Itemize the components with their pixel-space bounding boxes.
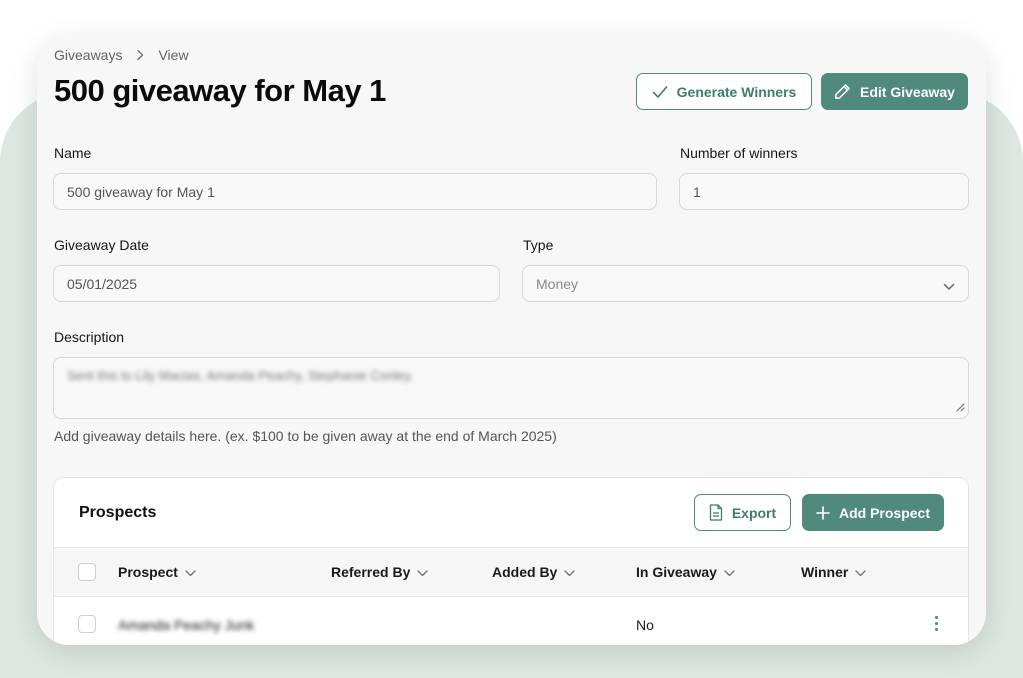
column-header-in-giveaway[interactable]: In Giveaway	[636, 548, 735, 596]
more-options-icon[interactable]	[935, 616, 938, 631]
plus-icon	[816, 505, 830, 520]
chevron-down-icon	[855, 564, 867, 580]
name-value: 500 giveaway for May 1	[67, 183, 215, 200]
prospect-name-cell[interactable]: Amanda Peachy Junk	[118, 597, 254, 645]
resize-handle-icon[interactable]	[956, 400, 965, 415]
check-icon	[652, 85, 668, 99]
type-label: Type	[523, 237, 554, 253]
giveaway-date-value: 05/01/2025	[67, 275, 138, 292]
giveaway-date-field[interactable]: 05/01/2025	[53, 265, 500, 302]
description-textarea[interactable]: Sent this to Lily Macias, Amanda Peachy,…	[53, 357, 969, 419]
select-all-checkbox[interactable]	[78, 563, 96, 581]
chevron-down-icon	[417, 564, 429, 580]
column-label: Referred By	[331, 564, 411, 580]
column-label: Winner	[801, 564, 849, 580]
giveaway-view-card: Giveaways View 500 giveaway for May 1 Ge…	[37, 37, 986, 645]
chevron-down-icon	[185, 564, 196, 580]
name-label: Name	[54, 145, 92, 161]
edit-giveaway-label: Edit Giveaway	[860, 83, 955, 100]
column-header-added-by[interactable]: Added By	[492, 548, 576, 596]
export-label: Export	[731, 504, 777, 521]
row-checkbox[interactable]	[78, 615, 96, 633]
add-prospect-button[interactable]: Add Prospect	[802, 494, 944, 531]
add-prospect-label: Add Prospect	[838, 504, 930, 521]
breadcrumb-current: View	[158, 47, 189, 63]
number-of-winners-field[interactable]: 1	[679, 173, 969, 210]
chevron-down-icon	[724, 564, 735, 580]
generate-winners-button[interactable]: Generate Winners	[636, 73, 812, 110]
generate-winners-label: Generate Winners	[676, 83, 797, 100]
column-header-referred-by[interactable]: Referred By	[331, 548, 429, 596]
chevron-down-icon	[564, 564, 576, 580]
export-button[interactable]: Export	[694, 494, 791, 531]
document-icon	[709, 504, 723, 521]
column-header-winner[interactable]: Winner	[801, 548, 867, 596]
prospects-title: Prospects	[79, 504, 157, 521]
breadcrumb-giveaways-link[interactable]: Giveaways	[54, 47, 122, 63]
description-label: Description	[54, 329, 125, 345]
column-label: Added By	[492, 564, 558, 580]
chevron-right-icon	[136, 49, 144, 61]
prospects-table-header: Prospect Referred By Added By In Giveawa…	[54, 547, 968, 597]
table-row[interactable]: Amanda Peachy Junk No	[54, 597, 968, 645]
number-of-winners-value: 1	[693, 183, 701, 200]
type-value: Money	[536, 275, 579, 292]
column-header-prospect[interactable]: Prospect	[118, 548, 196, 596]
name-field[interactable]: 500 giveaway for May 1	[53, 173, 657, 210]
edit-giveaway-button[interactable]: Edit Giveaway	[821, 73, 968, 110]
column-label: Prospect	[118, 564, 178, 580]
prospects-panel: Prospects Export Add Prospect Prospect R…	[53, 477, 969, 645]
giveaway-date-label: Giveaway Date	[54, 237, 149, 253]
number-of-winners-label: Number of winners	[680, 145, 798, 161]
chevron-down-icon	[943, 278, 955, 294]
description-value: Sent this to Lily Macias, Amanda Peachy,…	[67, 368, 414, 383]
in-giveaway-cell: No	[636, 616, 654, 633]
description-helper-text: Add giveaway details here. (ex. $100 to …	[54, 428, 557, 444]
pencil-icon	[834, 83, 851, 100]
breadcrumb: Giveaways View	[54, 47, 189, 63]
page-title: 500 giveaway for May 1	[54, 73, 386, 108]
type-select[interactable]: Money	[522, 265, 969, 302]
column-label: In Giveaway	[636, 564, 717, 580]
